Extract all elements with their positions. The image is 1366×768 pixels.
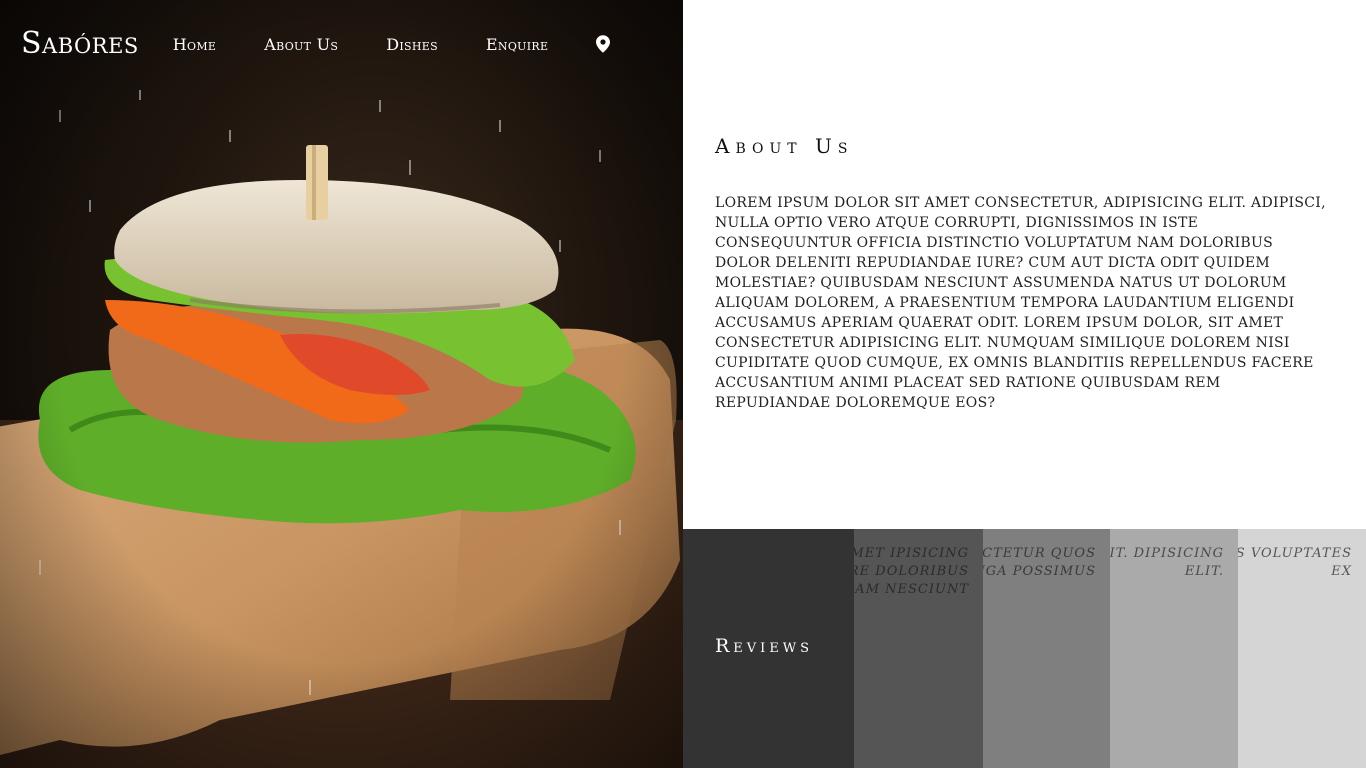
nav-link-home[interactable]: Home <box>173 35 216 54</box>
main-nav: Sabóres Home About Us Dishes Enquire <box>0 0 683 88</box>
review-text-1: lor sit amet ipisicing elit labore dolor… <box>854 546 969 597</box>
review-text-2: consectetur quos fuga possimus <box>983 546 1096 579</box>
reviews-label-panel: Reviews <box>683 529 854 768</box>
nav-link-enquire[interactable]: Enquire <box>486 35 548 54</box>
about-body-text: Lorem ipsum dolor sit amet consectetur, … <box>715 195 1326 411</box>
review-text-4: ctus veritatis voluptates ex <box>1238 546 1352 579</box>
review-text-3: dipisicing elit. dipisicing elit. <box>1110 546 1224 579</box>
brand-logo[interactable]: Sabóres <box>21 26 139 61</box>
hero-sandwich-image <box>0 0 683 768</box>
hero-section: Sabóres Home About Us Dishes Enquire <box>0 0 683 768</box>
reviews-heading: Reviews <box>715 635 814 657</box>
page: Sabóres Home About Us Dishes Enquire Abo… <box>0 0 1366 768</box>
nav-link-about-us[interactable]: About Us <box>264 35 338 54</box>
review-card-1[interactable]: lor sit amet ipisicing elit labore dolor… <box>854 529 983 768</box>
about-section: About Us Lorem ipsum dolor sit amet cons… <box>683 0 1366 529</box>
reviews-section: Reviews lor sit amet ipisicing elit labo… <box>683 529 1366 768</box>
about-title: About Us <box>715 134 854 158</box>
review-card-3[interactable]: dipisicing elit. dipisicing elit. <box>1110 529 1238 768</box>
nav-link-dishes[interactable]: Dishes <box>386 35 438 54</box>
review-card-4[interactable]: ctus veritatis voluptates ex <box>1238 529 1366 768</box>
map-pin-icon[interactable] <box>596 33 614 55</box>
review-card-2[interactable]: consectetur quos fuga possimus <box>983 529 1110 768</box>
